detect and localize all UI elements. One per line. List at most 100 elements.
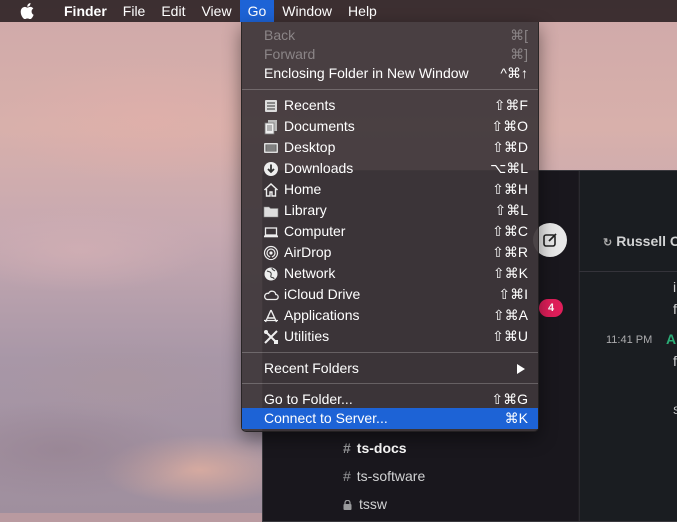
applications-icon <box>264 309 278 323</box>
unread-badge: 4 <box>539 299 563 317</box>
menu-help[interactable]: Help <box>340 0 385 22</box>
airdrop-icon <box>263 245 279 261</box>
menu-bar: Finder File Edit View Go Window Help <box>0 0 677 22</box>
menu-item-label: Back <box>264 27 296 43</box>
menu-item-recents[interactable]: Recents ⇧⌘F <box>242 95 538 116</box>
message-text-fragment: S <box>673 405 677 417</box>
menu-item-label: Network <box>284 265 336 281</box>
go-menu-dropdown: Back ⌘[ Forward ⌘] Enclosing Folder in N… <box>241 22 539 432</box>
menu-item-label: Documents <box>284 118 355 134</box>
menu-item-label: Downloads <box>284 160 354 176</box>
message-author[interactable]: A <box>666 331 676 347</box>
menu-item-label: Computer <box>284 223 346 239</box>
menu-item-back[interactable]: Back ⌘[ <box>242 25 538 46</box>
header-divider <box>579 271 677 272</box>
channel-item-ts-docs[interactable]: # ts-docs <box>343 440 407 456</box>
refresh-icon: ↻ <box>603 237 613 249</box>
menu-edit[interactable]: Edit <box>153 0 193 22</box>
menu-item-recent-folders[interactable]: Recent Folders <box>242 358 538 379</box>
menu-item-shortcut: ⇧⌘H <box>492 181 528 197</box>
menu-item-label: Enclosing Folder in New Window <box>264 65 469 81</box>
computer-icon <box>264 227 278 238</box>
menu-go[interactable]: Go <box>239 0 275 22</box>
menu-item-shortcut: ⇧⌘K <box>492 265 528 281</box>
documents-icon <box>264 120 277 135</box>
menu-item-label: Forward <box>264 46 316 62</box>
menu-item-airdrop[interactable]: AirDrop ⇧⌘R <box>242 242 538 263</box>
channel-name: ts-docs <box>356 440 407 456</box>
menu-item-utilities[interactable]: Utilities ⇧⌘U <box>242 326 538 347</box>
menu-item-icloud-drive[interactable]: iCloud Drive ⇧⌘I <box>242 284 538 305</box>
channel-hash-icon: # <box>343 468 351 484</box>
apple-icon <box>20 3 34 19</box>
menu-item-label: Desktop <box>284 139 336 155</box>
menu-item-network[interactable]: Network ⇧⌘K <box>242 263 538 284</box>
menu-finder[interactable]: Finder <box>56 0 115 22</box>
menu-item-label: Recent Folders <box>264 360 359 376</box>
menu-window[interactable]: Window <box>274 0 340 22</box>
channel-item-ts-software[interactable]: # ts-software <box>343 468 425 484</box>
lock-icon <box>343 500 352 510</box>
menu-view[interactable]: View <box>193 0 239 22</box>
menu-item-go-to-folder[interactable]: Go to Folder... ⇧⌘G <box>242 389 538 410</box>
message-timestamp: 11:41 PM <box>606 334 653 346</box>
menu-item-shortcut: ⌘K <box>504 410 528 426</box>
menu-item-shortcut: ⇧⌘U <box>492 328 528 344</box>
menu-item-shortcut: ⌘] <box>510 46 528 62</box>
menu-file[interactable]: File <box>115 0 154 22</box>
menu-item-shortcut: ⇧⌘O <box>491 118 528 134</box>
menu-item-label: iCloud Drive <box>284 286 361 302</box>
menu-item-home[interactable]: Home ⇧⌘H <box>242 179 538 200</box>
home-icon <box>263 182 279 197</box>
conversation-user-name: Russell O <box>616 233 677 249</box>
channel-name: tssw <box>359 496 387 512</box>
menu-item-connect-to-server[interactable]: Connect to Server... ⌘K <box>242 408 538 429</box>
menu-item-label: Connect to Server... <box>264 410 388 426</box>
menu-item-shortcut: ⌘[ <box>510 27 528 43</box>
menu-item-enclosing-folder[interactable]: Enclosing Folder in New Window ^⌘↑ <box>242 63 538 84</box>
channel-hash-icon: # <box>343 440 351 456</box>
menu-item-label: Library <box>284 202 327 218</box>
utilities-icon <box>264 330 278 344</box>
menu-item-shortcut: ⇧⌘L <box>494 202 528 218</box>
menu-item-shortcut: ⇧⌘D <box>492 139 528 155</box>
network-icon <box>264 267 278 281</box>
conversation-header[interactable]: ↻ Russell O <box>603 233 677 249</box>
menu-item-shortcut: ^⌘↑ <box>500 65 528 81</box>
downloads-icon <box>264 162 278 176</box>
menu-item-shortcut: ⌥⌘L <box>490 160 528 176</box>
apple-menu[interactable] <box>20 3 38 19</box>
menu-item-documents[interactable]: Documents ⇧⌘O <box>242 116 538 137</box>
desktop-icon <box>264 143 278 153</box>
message-text-fragment: i <box>673 279 677 295</box>
message-text-fragment: f <box>673 353 677 369</box>
menu-item-shortcut: ⇧⌘F <box>493 97 528 113</box>
recents-icon <box>265 100 277 112</box>
icloud-icon <box>264 290 279 301</box>
menu-item-label: Recents <box>284 97 336 113</box>
menu-item-forward[interactable]: Forward ⌘] <box>242 44 538 65</box>
menu-item-shortcut: ⇧⌘I <box>498 286 528 302</box>
menu-item-label: Applications <box>284 307 360 323</box>
menu-item-library[interactable]: Library ⇧⌘L <box>242 200 538 221</box>
menu-separator <box>242 383 538 384</box>
submenu-arrow-icon <box>517 364 525 374</box>
menu-item-shortcut: ⇧⌘A <box>492 307 528 323</box>
menu-item-shortcut: ⇧⌘C <box>492 223 528 239</box>
menu-item-desktop[interactable]: Desktop ⇧⌘D <box>242 137 538 158</box>
message-pane <box>579 171 677 521</box>
compose-icon <box>543 233 557 247</box>
menu-item-computer[interactable]: Computer ⇧⌘C <box>242 221 538 242</box>
menu-item-shortcut: ⇧⌘G <box>491 391 528 407</box>
message-text-fragment: f <box>673 301 677 317</box>
menu-item-downloads[interactable]: Downloads ⌥⌘L <box>242 158 538 179</box>
menu-item-label: Utilities <box>284 328 330 344</box>
menu-item-applications[interactable]: Applications ⇧⌘A <box>242 305 538 326</box>
channel-name: ts-software <box>356 468 426 484</box>
menu-item-label: Home <box>284 181 322 197</box>
menu-item-label: Go to Folder... <box>264 391 353 407</box>
menu-item-shortcut: ⇧⌘R <box>492 244 528 260</box>
library-folder-icon <box>263 206 279 218</box>
channel-item-tssw[interactable]: tssw <box>343 496 387 512</box>
menu-separator <box>242 89 538 90</box>
